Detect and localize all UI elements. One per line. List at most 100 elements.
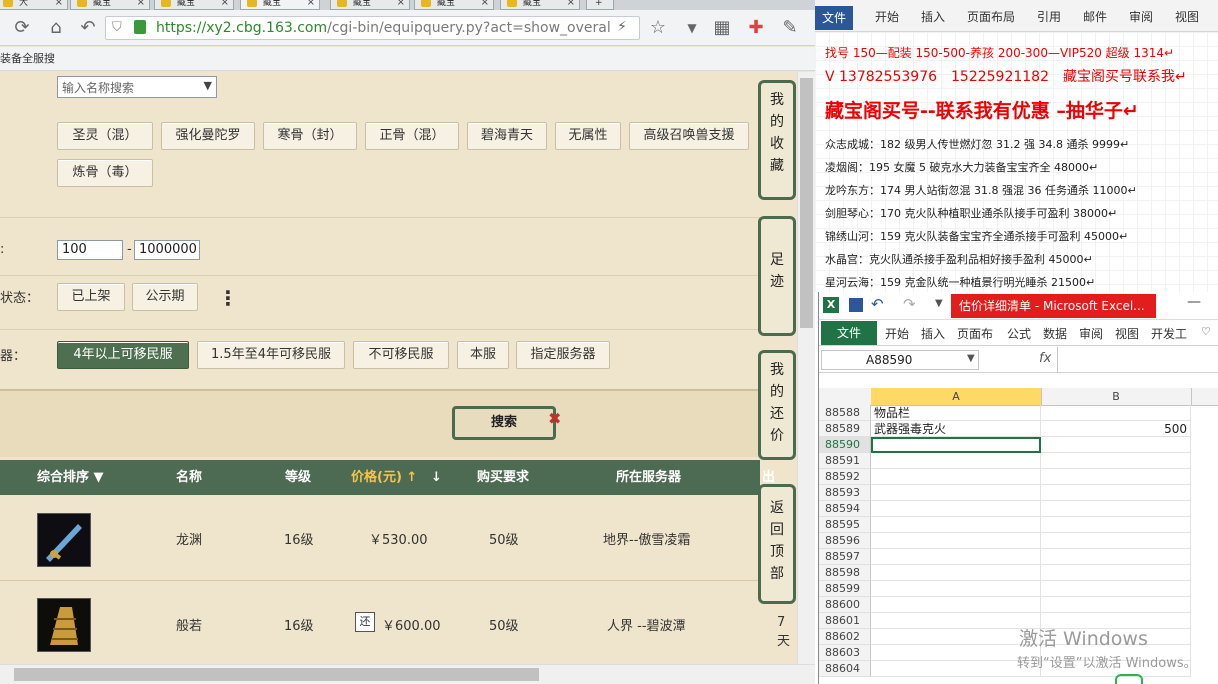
- close-icon[interactable]: ×: [567, 0, 575, 9]
- vertical-scrollbar[interactable]: [797, 72, 815, 664]
- browser-tab[interactable]: 藏宝 ×: [414, 0, 494, 10]
- row-header[interactable]: 88603: [819, 645, 871, 661]
- counter-offer-badge[interactable]: 还: [355, 612, 375, 632]
- excel-file-tab[interactable]: 文件: [821, 321, 877, 345]
- server-button-this[interactable]: 本服: [457, 341, 509, 369]
- excel-tab[interactable]: 公式: [1007, 325, 1031, 342]
- attr-button[interactable]: 炼骨（毒）: [57, 159, 153, 187]
- excel-tab[interactable]: 页面布: [957, 325, 993, 342]
- cell-a[interactable]: [871, 469, 1041, 485]
- url-text[interactable]: https://xy2.cbg.163.com/cgi-bin/equipque…: [156, 17, 611, 39]
- item-image-sword[interactable]: [37, 513, 91, 567]
- back-to-top-nav[interactable]: 返回顶部: [758, 484, 796, 604]
- cell-a[interactable]: [871, 661, 1041, 677]
- item-image-fan[interactable]: [37, 598, 91, 652]
- item-name[interactable]: 般若: [176, 615, 202, 634]
- row-header[interactable]: 88600: [819, 597, 871, 613]
- table-row[interactable]: 龙渊 16级 ￥530.00 50级 地界--傲雪凌霜: [0, 495, 760, 581]
- cell-b[interactable]: [1041, 597, 1191, 613]
- column-header-price-sort[interactable]: 价格(元) ↑: [351, 460, 417, 495]
- cell-a[interactable]: [871, 629, 1041, 645]
- cell-b[interactable]: [1041, 437, 1191, 453]
- save-icon[interactable]: [849, 298, 863, 312]
- close-icon[interactable]: ×: [307, 0, 315, 9]
- browser-tab[interactable]: 藏宝 ×: [330, 0, 410, 10]
- history-nav[interactable]: 足迹: [758, 216, 796, 336]
- taskbar-app-icon[interactable]: [1115, 674, 1143, 684]
- reload-icon[interactable]: ⟳: [10, 16, 34, 40]
- column-header-b[interactable]: B: [1041, 388, 1192, 405]
- word-tab[interactable]: 开始: [875, 8, 899, 25]
- favorites-nav[interactable]: 我的收藏: [758, 80, 796, 200]
- game-icon[interactable]: ✚: [744, 16, 768, 40]
- price-max-input[interactable]: 1000000: [134, 240, 200, 260]
- cell-a[interactable]: [871, 549, 1041, 565]
- undo-icon[interactable]: ↶: [871, 295, 884, 313]
- undo-close-icon[interactable]: ↶: [76, 16, 100, 40]
- row-header[interactable]: 88598: [819, 565, 871, 581]
- function-icon[interactable]: fx: [1039, 351, 1051, 366]
- browser-tab[interactable]: 大 ×: [0, 0, 68, 10]
- column-header-a[interactable]: A: [871, 388, 1042, 405]
- cell-b[interactable]: [1041, 549, 1191, 565]
- attr-button[interactable]: 正骨（混）: [365, 122, 459, 150]
- row-header[interactable]: 88602: [819, 629, 871, 645]
- excel-tab[interactable]: 插入: [921, 325, 945, 342]
- offers-nav[interactable]: 我的还价: [758, 350, 796, 460]
- cell-b[interactable]: [1041, 405, 1191, 421]
- close-icon[interactable]: ×: [55, 0, 63, 9]
- dropdown-icon[interactable]: ▼: [680, 16, 704, 40]
- row-header[interactable]: 88592: [819, 469, 871, 485]
- row-header[interactable]: 88589: [819, 421, 871, 437]
- new-tab-button[interactable]: +: [586, 0, 614, 10]
- excel-tab[interactable]: 视图: [1115, 325, 1139, 342]
- row-header[interactable]: 88590: [819, 437, 871, 453]
- close-icon[interactable]: ×: [221, 0, 229, 9]
- horizontal-scrollbar[interactable]: [0, 664, 815, 684]
- more-options-icon[interactable]: ⋮: [218, 286, 238, 310]
- sort-dropdown[interactable]: 综合排序 ▼: [37, 460, 104, 495]
- item-name[interactable]: 龙渊: [176, 529, 202, 548]
- word-document[interactable]: 找号 150—配装 150-500-养孩 200-300—VIP520 超级 1…: [815, 32, 1218, 292]
- search-button[interactable]: 搜索: [452, 406, 556, 440]
- close-icon[interactable]: ×: [397, 0, 405, 9]
- cell-b[interactable]: [1041, 533, 1191, 549]
- row-header[interactable]: 88593: [819, 485, 871, 501]
- bookmark-item[interactable]: 装备全服搜: [0, 52, 55, 65]
- word-tab[interactable]: 插入: [921, 8, 945, 25]
- home-icon[interactable]: ⌂: [44, 16, 68, 40]
- excel-tab[interactable]: 数据: [1043, 325, 1067, 342]
- flash-icon[interactable]: ⚡: [617, 19, 627, 35]
- cell-a[interactable]: [871, 517, 1041, 533]
- row-header[interactable]: 88601: [819, 613, 871, 629]
- server-button-specific[interactable]: 指定服务器: [516, 341, 610, 369]
- row-header[interactable]: 88599: [819, 581, 871, 597]
- cell-b[interactable]: [1041, 453, 1191, 469]
- cell-b[interactable]: [1041, 469, 1191, 485]
- ribbon-collapse-icon[interactable]: ♡: [1201, 325, 1211, 338]
- word-tab[interactable]: 引用: [1037, 8, 1061, 25]
- attr-button[interactable]: 碧海青天: [467, 122, 547, 150]
- cell-b[interactable]: [1041, 517, 1191, 533]
- attr-button[interactable]: 寒骨（封）: [263, 122, 357, 150]
- quick-access-dropdown-icon[interactable]: ▼: [935, 298, 943, 309]
- word-file-tab[interactable]: 文件: [815, 6, 853, 30]
- cell-a[interactable]: [871, 581, 1041, 597]
- row-header[interactable]: 88594: [819, 501, 871, 517]
- browser-tab[interactable]: 藏宝 ×: [70, 0, 150, 10]
- cell-b[interactable]: 500: [1041, 421, 1191, 437]
- price-sort-down-icon[interactable]: ↓: [431, 460, 442, 495]
- close-icon[interactable]: ×: [481, 0, 489, 9]
- word-tab[interactable]: 视图: [1175, 8, 1199, 25]
- attr-button[interactable]: 高级召唤兽支援: [629, 122, 749, 150]
- excel-tab[interactable]: 开始: [885, 325, 909, 342]
- formula-input[interactable]: [1057, 347, 1218, 373]
- browser-tab[interactable]: 藏宝 ×: [500, 0, 580, 10]
- cell-a[interactable]: [871, 533, 1041, 549]
- cell-a[interactable]: [871, 597, 1041, 613]
- redo-icon[interactable]: ↷: [903, 295, 916, 313]
- address-bar[interactable]: ⛉ https://xy2.cbg.163.com/cgi-bin/equipq…: [105, 16, 640, 40]
- excel-tab[interactable]: 开发工: [1151, 325, 1187, 342]
- price-min-input[interactable]: 100: [57, 240, 123, 260]
- word-tab[interactable]: 审阅: [1129, 8, 1153, 25]
